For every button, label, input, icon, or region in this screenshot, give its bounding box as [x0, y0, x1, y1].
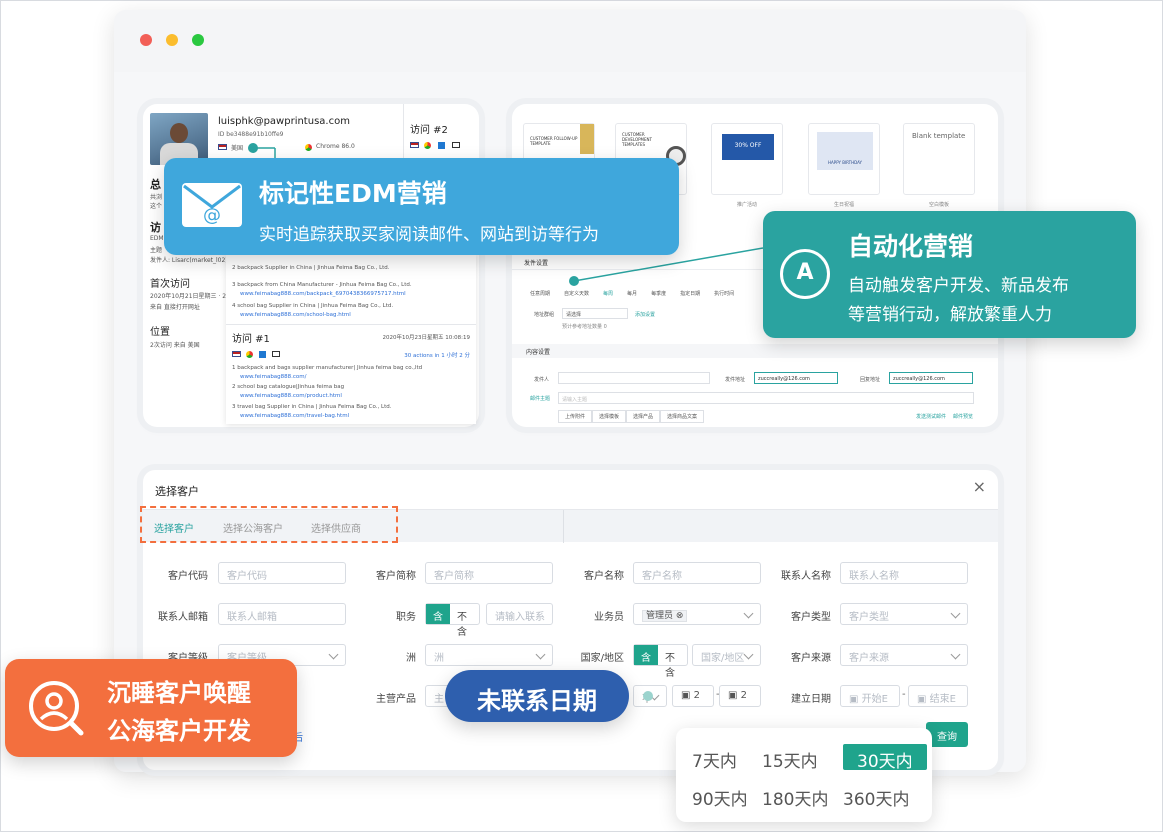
calendar-icon: ▣: [681, 690, 691, 701]
svg-text:@: @: [203, 205, 221, 226]
day-option[interactable]: 15天内: [762, 744, 818, 772]
continent-select[interactable]: 洲: [425, 644, 553, 666]
customer-type-select[interactable]: 客户类型: [840, 603, 968, 625]
automation-callout-title: 自动化营销: [848, 232, 974, 261]
salesperson-label: 业务员: [594, 612, 624, 623]
automation-icon: A: [780, 249, 830, 299]
day-range-dropdown: 7天内 15天内 30天内 90天内 180天内 360天内: [676, 728, 932, 822]
customer-name-label: 客户名称: [584, 571, 624, 582]
edm-callout-title: 标记性EDM营销: [259, 179, 447, 208]
role-include-toggle[interactable]: 含 不含: [425, 603, 480, 638]
calendar-icon: ▣: [917, 694, 927, 705]
role-exclude-option[interactable]: 不含: [450, 604, 479, 638]
uncontacted-from-input[interactable]: ▣ 2: [672, 685, 714, 707]
main-product-label: 主营产品: [376, 694, 416, 705]
salesperson-tag[interactable]: 管理员 ⊗: [642, 610, 688, 622]
calendar-icon: ▣: [849, 694, 859, 705]
customer-name-input[interactable]: 客户名称: [633, 562, 761, 584]
day-option[interactable]: 7天内: [692, 744, 737, 772]
created-date-label: 建立日期: [791, 694, 831, 705]
created-start-input[interactable]: ▣ 开始E: [840, 685, 900, 707]
salesperson-select[interactable]: 管理员 ⊗: [633, 603, 761, 625]
role-label: 职务: [396, 612, 416, 623]
customer-code-label: 客户代码: [168, 571, 208, 582]
email-icon: @: [182, 183, 242, 227]
wake-callout-line1: 沉睡客户唤醒: [107, 679, 251, 707]
day-option[interactable]: 360天内: [843, 782, 909, 810]
country-include-toggle[interactable]: 含 不含: [633, 644, 688, 679]
created-end-input[interactable]: ▣ 结束E: [908, 685, 968, 707]
dialog-title: 选择客户: [155, 485, 199, 498]
contact-email-input[interactable]: 联系人邮箱: [218, 603, 346, 625]
customer-type-label: 客户类型: [791, 612, 831, 623]
day-option[interactable]: 90天内: [692, 782, 748, 810]
country-label: 国家/地区: [580, 653, 624, 664]
contact-name-input[interactable]: 联系人名称: [840, 562, 968, 584]
customer-source-label: 客户来源: [791, 653, 831, 664]
edm-marketing-callout: @ 标记性EDM营销 实时追踪获取买家阅读邮件、网站到访等行为: [164, 158, 679, 255]
wake-callout-line2: 公海客户开发: [107, 717, 251, 745]
tabs-highlight-box: [140, 506, 398, 543]
edm-callout-subtitle: 实时追踪获取买家阅读邮件、网站到访等行为: [259, 225, 599, 245]
day-option[interactable]: 30天内: [843, 744, 927, 772]
connector-dot: [643, 691, 653, 701]
role-include-option[interactable]: 含: [426, 604, 450, 624]
range-separator: -: [902, 689, 906, 700]
country-exclude-option[interactable]: 不含: [658, 645, 687, 679]
query-button[interactable]: 查询: [926, 722, 968, 747]
automation-callout-line1: 自动触发客户开发、新品发布: [848, 276, 1069, 296]
contact-email-label: 联系人邮箱: [158, 612, 208, 623]
continent-label: 洲: [406, 653, 416, 664]
user-search-icon: [27, 679, 85, 737]
uncontacted-date-label: 未联系日期: [477, 687, 597, 715]
customer-wake-callout: 沉睡客户唤醒 公海客户开发: [5, 659, 297, 757]
close-icon[interactable]: ×: [973, 477, 986, 496]
country-include-option[interactable]: 含: [634, 645, 658, 665]
divider: [563, 510, 564, 543]
customer-short-label: 客户简称: [376, 571, 416, 582]
role-input[interactable]: 请输入联系: [486, 603, 553, 625]
customer-short-input[interactable]: 客户简称: [425, 562, 553, 584]
day-option[interactable]: 180天内: [762, 782, 828, 810]
contact-name-label: 联系人名称: [781, 571, 831, 582]
uncontacted-date-pill: 未联系日期: [445, 670, 629, 722]
customer-code-input[interactable]: 客户代码: [218, 562, 346, 584]
calendar-icon: ▣: [728, 690, 738, 701]
automation-callout-line2: 等营销行动，解放繁重人力: [848, 305, 1052, 325]
automation-callout: A 自动化营销 自动触发客户开发、新品发布 等营销行动，解放繁重人力: [763, 211, 1136, 338]
customer-source-select[interactable]: 客户来源: [840, 644, 968, 666]
